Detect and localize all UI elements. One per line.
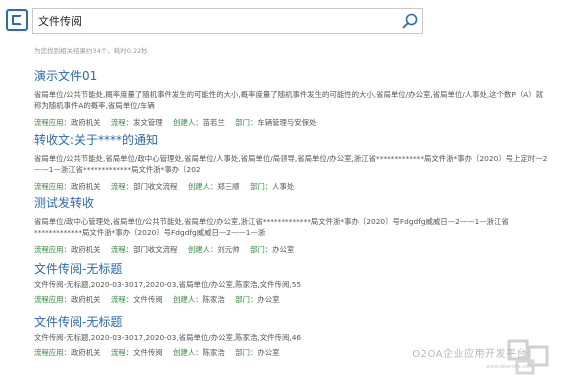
meta-process-value: 文件传阅 (133, 294, 163, 304)
watermark-url: www.downxia.com (486, 364, 533, 370)
meta-creator-value: 陈家浩 (202, 294, 225, 304)
meta-app-value: 政府机关 (70, 117, 101, 127)
watermark: O2OA企业应用开发平台 www.downxia.com (403, 337, 553, 377)
result-item: 测试发转收 省局单位/政中心管理处,省局单位/公共节能处,省局单位/办公室,浙江… (34, 196, 549, 255)
meta-creator-label: 创建人： (173, 347, 203, 357)
meta-app-value: 政府机关 (70, 347, 101, 357)
meta-app-label: 流程应用： (34, 117, 71, 127)
meta-app-label: 流程应用： (34, 244, 71, 254)
result-meta: 流程应用：政府机关 流程：部门收文流程 创建人：郑三顺 部门：人事处 (34, 181, 549, 192)
meta-app-value: 政府机关 (70, 294, 101, 304)
meta-dept-value: 办公室 (257, 294, 280, 304)
meta-app-label: 流程应用： (34, 347, 71, 357)
meta-creator-label: 创建人： (187, 181, 218, 191)
meta-creator-value: 陈家浩 (202, 347, 225, 357)
result-item: 转收文:关于****的通知 省局单位/公共节能处,省局单位/政中心管理处,省局单… (34, 133, 549, 192)
meta-dept-value: 办公室 (257, 347, 280, 357)
meta-dept-value: 办公室 (272, 244, 295, 254)
top-bar (0, 0, 561, 44)
result-title-link[interactable]: 文件传阅-无标题 (34, 315, 549, 330)
meta-dept-label: 部门： (235, 117, 258, 127)
result-title-link[interactable]: 文件传阅-无标题 (34, 262, 549, 277)
meta-dept-label: 部门： (249, 244, 273, 254)
meta-creator-label: 创建人： (173, 294, 203, 304)
result-meta: 流程应用：政府机关 流程：发文管理 创建人：苗若兰 部门：车辆管理与安保处 (34, 117, 549, 128)
result-meta: 流程应用：政府机关 流程：文件传阅 创建人：陈家浩 部门：办公室 (34, 294, 549, 305)
result-summary: 为您找到相关结果约34个，耗时0.22秒 (34, 47, 148, 55)
meta-dept-label: 部门： (235, 347, 258, 357)
meta-dept-label: 部门： (249, 181, 273, 191)
result-item: 文件传阅-无标题 文件传阅-无标题,2020-03-3017,2020-03,省… (34, 262, 549, 305)
meta-process-label: 流程： (110, 244, 134, 254)
watermark-text: O2OA企业应用开发平台 (412, 349, 527, 360)
app-logo-icon[interactable] (6, 9, 28, 31)
result-title-link[interactable]: 转收文:关于****的通知 (34, 133, 549, 148)
meta-process-label: 流程： (110, 347, 134, 357)
meta-creator-label: 创建人： (173, 117, 203, 127)
result-item: 演示文件01 省局单位/公共节能处,概率度量了随机事件发生的可能性的大小,概率度… (34, 69, 549, 128)
meta-app-label: 流程应用： (34, 181, 71, 191)
meta-creator-value: 刘元帅 (217, 244, 240, 254)
meta-process-value: 部门收文流程 (133, 181, 178, 191)
result-meta: 流程应用：政府机关 流程：部门收文流程 创建人：刘元帅 部门：办公室 (34, 244, 549, 255)
search-icon[interactable] (401, 12, 419, 30)
meta-creator-value: 郑三顺 (217, 181, 240, 191)
result-title-link[interactable]: 演示文件01 (34, 69, 549, 84)
result-snippet: 省局单位/公共节能处,省局单位/政中心管理处,省局单位/人事处,省局单位/局领导… (34, 154, 548, 174)
meta-process-label: 流程： (110, 181, 134, 191)
meta-dept-value: 车辆管理与安保处 (257, 117, 317, 127)
result-snippet: 文件传阅-无标题,2020-03-3017,2020-03,省局单位/办公室,陈… (34, 280, 302, 289)
result-snippet: 省局单位/政中心管理处,省局单位/公共节能处,省局单位/办公室,浙江省*****… (34, 217, 509, 237)
meta-process-label: 流程： (110, 117, 134, 127)
meta-app-label: 流程应用： (34, 294, 71, 304)
meta-creator-label: 创建人： (187, 244, 218, 254)
meta-process-value: 文件传阅 (133, 347, 163, 357)
result-snippet: 省局单位/公共节能处,概率度量了随机事件发生的可能性的大小,概率度量了随机事件发… (34, 90, 544, 110)
meta-dept-label: 部门： (235, 294, 258, 304)
meta-process-label: 流程： (110, 294, 134, 304)
search-input[interactable] (33, 9, 393, 33)
meta-dept-value: 人事处 (272, 181, 295, 191)
result-title-link[interactable]: 测试发转收 (34, 196, 549, 211)
meta-process-value: 发文管理 (133, 117, 163, 127)
meta-process-value: 部门收文流程 (133, 244, 178, 254)
meta-creator-value: 苗若兰 (202, 117, 225, 127)
search-box (32, 8, 423, 34)
meta-app-value: 政府机关 (70, 244, 101, 254)
meta-app-value: 政府机关 (70, 181, 101, 191)
